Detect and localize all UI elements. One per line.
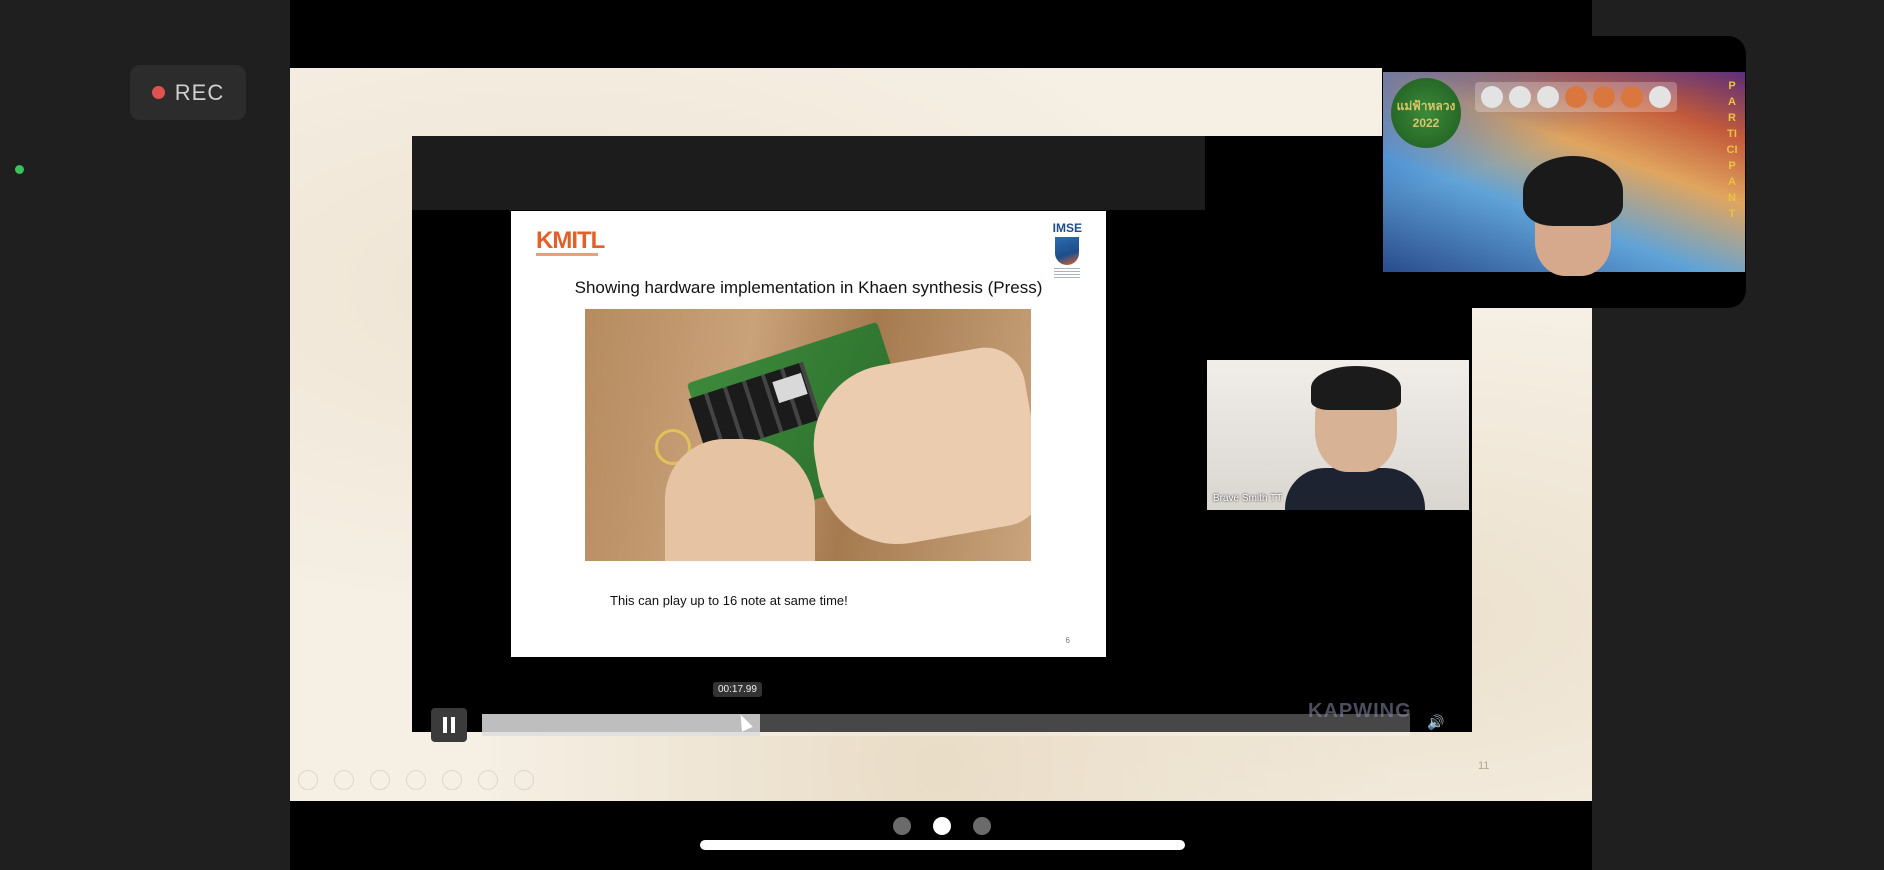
status-indicator [15, 165, 24, 174]
page-indicator [893, 817, 991, 835]
prev-slide-icon[interactable] [298, 770, 318, 790]
zoom-icon[interactable] [442, 770, 462, 790]
imse-shield-icon [1055, 237, 1080, 265]
copy-icon[interactable] [406, 770, 426, 790]
participant-banner: PARTICIPANT [1726, 80, 1738, 220]
pip-participant-hair [1523, 156, 1623, 226]
page-dot[interactable] [933, 817, 951, 835]
next-slide-icon[interactable] [334, 770, 354, 790]
hardware-photo [585, 309, 1031, 561]
pip-participant [1513, 156, 1633, 276]
pause-button[interactable] [431, 708, 467, 742]
record-dot-icon [151, 86, 165, 99]
time-tooltip: 00:17.99 [713, 682, 762, 697]
speaker-webcam: Brave Smith TT [1207, 360, 1469, 510]
badge-icon [1621, 86, 1643, 108]
badge-icon [1481, 86, 1503, 108]
kapwing-watermark: KAPWING [1308, 700, 1412, 722]
slide-toolbar [298, 770, 534, 790]
imse-logo: IMSE [1053, 221, 1082, 278]
slide-page-number: 11 [1478, 760, 1490, 772]
presentation-slide-number: 6 [1065, 636, 1070, 645]
page-dot[interactable] [973, 817, 991, 835]
presentation-caption: This can play up to 16 note at same time… [610, 593, 848, 608]
kmitl-logo: KMITL [536, 227, 605, 254]
left-hand [665, 439, 815, 561]
layout-icon[interactable] [478, 770, 498, 790]
sponsor-badges [1475, 82, 1677, 112]
speaker-hair [1311, 366, 1401, 410]
seek-bar-progress [482, 714, 761, 736]
video-top-bar [412, 136, 1205, 210]
badge-icon [1537, 86, 1559, 108]
badge-icon [1649, 86, 1671, 108]
volume-icon[interactable]: 🔊 [1427, 714, 1444, 731]
recording-label: REC [174, 79, 225, 105]
video-controls: 00:17.99 KAPWING 🔊 [412, 682, 1472, 742]
page-dot[interactable] [893, 817, 911, 835]
seek-bar[interactable] [482, 714, 1410, 736]
home-indicator[interactable] [700, 840, 1185, 850]
more-icon[interactable] [514, 770, 534, 790]
badge-icon [1565, 86, 1587, 108]
presentation-title: Showing hardware implementation in Khaen… [574, 278, 1043, 297]
badge-icon [1509, 86, 1531, 108]
badge-icon [1593, 86, 1615, 108]
imse-logo-text: IMSE [1052, 221, 1082, 235]
pip-background: แม่ฟ้าหลวง 2022 PARTICIPANT [1383, 72, 1745, 276]
speaker-shirt [1285, 468, 1425, 510]
embedded-video-player[interactable]: KMITL IMSE Showing hardware implementati… [412, 136, 1472, 742]
imse-subtitle [1054, 268, 1081, 278]
presentation-slide: KMITL IMSE Showing hardware implementati… [511, 211, 1106, 657]
pen-icon[interactable] [370, 770, 390, 790]
participant-name: Brave Smith TT [1213, 493, 1283, 504]
recording-indicator[interactable]: REC [130, 65, 246, 120]
picture-in-picture-video[interactable]: แม่ฟ้าหลวง 2022 PARTICIPANT [1382, 36, 1746, 308]
event-logo: แม่ฟ้าหลวง 2022 [1391, 78, 1461, 148]
kmitl-logo-subtitle [536, 253, 598, 256]
